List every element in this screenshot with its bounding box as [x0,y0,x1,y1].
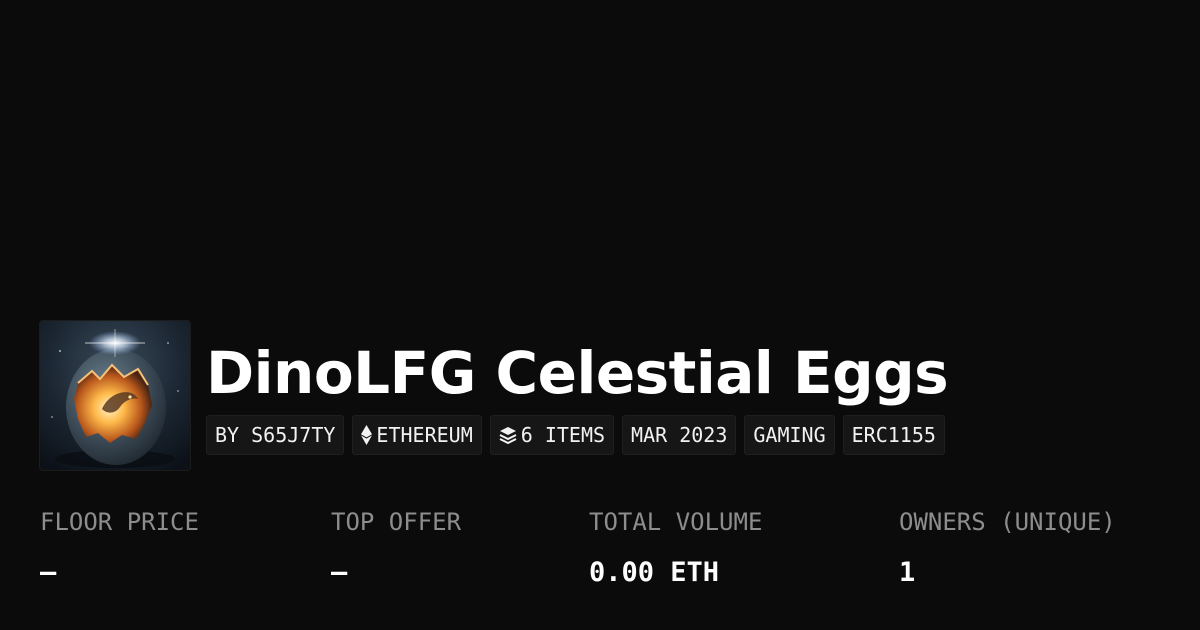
top-offer-label: TOP OFFER [331,508,462,536]
total-volume-value: 0.00 ETH [589,557,720,588]
chain-chip[interactable]: ETHEREUM [352,415,482,455]
collection-meta-chips: BY S65J7TY ETHEREUM 6 ITEMS MAR 2023 GAM… [206,415,945,455]
category-chip[interactable]: GAMING [744,415,835,455]
floor-price-value: — [40,557,57,588]
items-count-label: 6 ITEMS [520,423,606,447]
category-label: GAMING [753,423,826,447]
collection-image[interactable] [40,321,190,470]
token-standard-label: ERC1155 [851,423,936,447]
collection-preview-card: DinoLFG Celestial Eggs BY S65J7TY ETHERE… [0,0,1200,630]
total-volume-stat: TOTAL VOLUME 0.00 ETH [589,506,762,590]
floor-price-label: FLOOR PRICE [40,508,199,536]
owners-label: OWNERS (UNIQUE) [899,508,1116,536]
egg-illustration [40,321,190,470]
collection-title: DinoLFG Celestial Eggs [206,339,949,407]
date-chip: MAR 2023 [622,415,737,455]
creator-label: BY S65J7TY [215,423,336,447]
chain-label: ETHEREUM [376,423,473,447]
floor-price-stat: FLOOR PRICE — [40,506,199,590]
owners-stat: OWNERS (UNIQUE) 1 [899,506,1116,590]
items-chip[interactable]: 6 ITEMS [489,415,615,455]
top-offer-value: — [331,557,348,588]
owners-value: 1 [899,557,916,588]
token-standard-chip: ERC1155 [842,415,945,455]
creator-chip[interactable]: BY S65J7TY [206,415,345,455]
total-volume-label: TOTAL VOLUME [589,508,763,536]
top-offer-stat: TOP OFFER — [331,506,461,590]
layers-icon [499,426,517,444]
ethereum-icon [361,425,373,445]
created-date-label: MAR 2023 [631,423,728,447]
